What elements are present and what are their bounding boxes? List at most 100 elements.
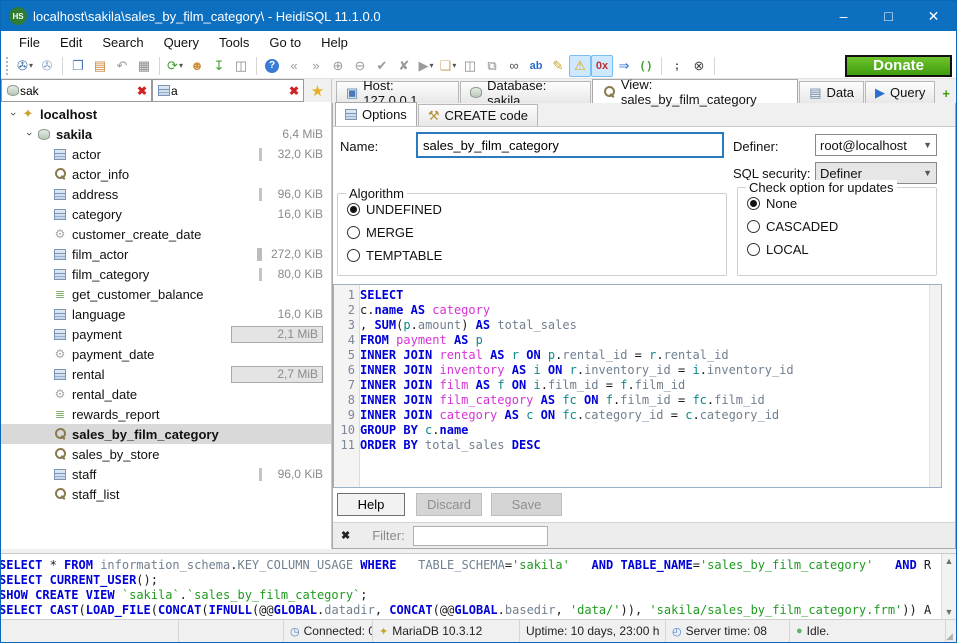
subtab-options[interactable]: Options — [335, 102, 417, 126]
tree-item-language[interactable]: language16,0 KiB — [1, 304, 331, 324]
menu-item-tools[interactable]: Tools — [209, 33, 259, 52]
radio-icon[interactable] — [347, 226, 360, 239]
view-name-input[interactable] — [417, 133, 723, 157]
minimize-button[interactable]: – — [821, 1, 866, 31]
favorites-star-icon[interactable]: ★ — [304, 79, 331, 102]
close-button[interactable]: ✕ — [911, 1, 956, 31]
undo-button[interactable]: ↶ — [111, 55, 133, 77]
tree-item-film_category[interactable]: film_category80,0 KiB — [1, 264, 331, 284]
definer-combo[interactable]: root@localhost ▼ — [815, 134, 937, 156]
tree-item-film_actor[interactable]: film_actor272,0 KiB — [1, 244, 331, 264]
user-manager-button[interactable]: ☻ — [186, 55, 208, 77]
tab-host-127-0-0-1[interactable]: ▣Host: 127.0.0.1 — [336, 81, 459, 103]
delete-row-button[interactable]: ⊖ — [349, 55, 371, 77]
tree-item-staff_list[interactable]: staff_list — [1, 484, 331, 504]
toolbar-grip[interactable] — [6, 57, 11, 75]
first-record-button[interactable]: « — [283, 55, 305, 77]
radio-icon[interactable] — [347, 249, 360, 262]
insert-params-button[interactable]: ⇒ — [613, 55, 635, 77]
clear-table-filter-icon[interactable]: ✖ — [287, 84, 301, 98]
binary-as-hex-button[interactable]: 0x — [591, 55, 613, 77]
menu-item-search[interactable]: Search — [92, 33, 153, 52]
save-sql-button[interactable]: ◫ — [230, 55, 252, 77]
find-replace-button[interactable]: ∞ — [503, 55, 525, 77]
help-button[interactable]: Help — [337, 493, 405, 516]
tab-query[interactable]: ▶Query — [865, 81, 935, 103]
print-button[interactable]: ▦ — [133, 55, 155, 77]
subtab-create-code[interactable]: ⚒CREATE code — [418, 104, 538, 126]
tree-item-rental_date[interactable]: ⚙rental_date — [1, 384, 331, 404]
tree-item-sales_by_store[interactable]: sales_by_store — [1, 444, 331, 464]
menu-item-go-to[interactable]: Go to — [259, 33, 311, 52]
close-filter-icon[interactable]: ✖ — [341, 529, 350, 542]
delimiter-button[interactable]: ; — [666, 55, 688, 77]
save-button[interactable]: Save — [491, 493, 562, 516]
scroll-down-icon[interactable]: ▼ — [945, 607, 954, 617]
case-toggle-button[interactable]: ab — [525, 55, 547, 77]
view-select-code-editor[interactable]: 1234567891011 SELECTc.name AS category, … — [333, 284, 942, 488]
log-scrollbar[interactable]: ▲ ▼ — [941, 554, 956, 619]
tab-database-sakila[interactable]: Database: sakila — [460, 81, 591, 103]
tree-item-payment[interactable]: payment2,1 MiB — [1, 324, 331, 344]
radio-icon[interactable] — [747, 243, 760, 256]
refresh-button[interactable]: ⟳▾ — [164, 55, 186, 77]
add-tab-button[interactable]: + — [936, 83, 956, 103]
stop-button[interactable]: ⊗ — [688, 55, 710, 77]
tree-item-sales_by_film_category[interactable]: sales_by_film_category — [1, 424, 331, 444]
database-filter-input[interactable] — [20, 84, 135, 98]
clear-database-filter-icon[interactable]: ✖ — [135, 84, 149, 98]
save-file-as-button[interactable]: ⧉ — [481, 55, 503, 77]
tree-item-actor[interactable]: actor32,0 KiB — [1, 144, 331, 164]
algorithm-option-temptable[interactable]: TEMPTABLE — [347, 247, 726, 263]
paste-button[interactable]: ▤ — [89, 55, 111, 77]
tree-item-rental[interactable]: rental2,7 MiB — [1, 364, 331, 384]
tree-item-address[interactable]: address96,0 KiB — [1, 184, 331, 204]
insert-row-button[interactable]: ⊕ — [327, 55, 349, 77]
tab-data[interactable]: ▤Data — [799, 81, 864, 103]
tree-item-localhost[interactable]: ›✦localhost — [1, 104, 331, 124]
cancel-editing-button[interactable]: ✘ — [393, 55, 415, 77]
warn-unsafe-button[interactable]: ⚠ — [569, 55, 591, 77]
disconnect-button[interactable]: ✇ — [36, 55, 58, 77]
tree-item-actor_info[interactable]: actor_info — [1, 164, 331, 184]
check-option-option-local[interactable]: LOCAL — [747, 241, 936, 257]
radio-icon[interactable] — [347, 203, 360, 216]
radio-icon[interactable] — [747, 220, 760, 233]
help-button[interactable]: ? — [261, 55, 283, 77]
session-manager-button[interactable]: ✇▾ — [14, 55, 36, 77]
discard-button[interactable]: Discard — [416, 493, 482, 516]
donate-button[interactable]: Donate — [845, 55, 952, 77]
tree-item-staff[interactable]: staff96,0 KiB — [1, 464, 331, 484]
menu-item-file[interactable]: File — [9, 33, 50, 52]
export-database-button[interactable]: ↧ — [208, 55, 230, 77]
menu-item-query[interactable]: Query — [154, 33, 209, 52]
tree-item-payment_date[interactable]: ⚙payment_date — [1, 344, 331, 364]
tree-item-customer_create_date[interactable]: ⚙customer_create_date — [1, 224, 331, 244]
resize-grip[interactable]: ◢ — [946, 631, 956, 642]
check-option-option-none[interactable]: None — [747, 195, 936, 211]
algorithm-option-undefined[interactable]: UNDEFINED — [347, 201, 726, 217]
tab-view-sales-by-film-category[interactable]: View: sales_by_film_category — [592, 79, 798, 103]
last-record-button[interactable]: » — [305, 55, 327, 77]
tree-item-get_customer_balance[interactable]: ≣get_customer_balance — [1, 284, 331, 304]
copy-button[interactable]: ❐ — [67, 55, 89, 77]
save-file-button[interactable]: ◫ — [459, 55, 481, 77]
load-sql-file-button[interactable]: ❏▾ — [437, 55, 459, 77]
menu-item-edit[interactable]: Edit — [50, 33, 92, 52]
tree-item-category[interactable]: category16,0 KiB — [1, 204, 331, 224]
expander-icon[interactable]: › — [23, 128, 35, 140]
parenthesis-button[interactable]: ( ) — [635, 55, 657, 77]
table-filter-input[interactable] — [171, 84, 287, 98]
maximize-button[interactable]: □ — [866, 1, 911, 31]
tree-item-sakila[interactable]: ›sakila6,4 MiB — [1, 124, 331, 144]
tree-item-rewards_report[interactable]: ≣rewards_report — [1, 404, 331, 424]
run-query-button[interactable]: ▶▾ — [415, 55, 437, 77]
editor-scrollbar[interactable] — [929, 285, 941, 487]
filter-input[interactable] — [413, 526, 548, 546]
algorithm-option-merge[interactable]: MERGE — [347, 224, 726, 240]
menu-item-help[interactable]: Help — [311, 33, 358, 52]
post-changes-button[interactable]: ✔ — [371, 55, 393, 77]
scroll-up-icon[interactable]: ▲ — [945, 556, 954, 566]
check-option-option-cascaded[interactable]: CASCADED — [747, 218, 936, 234]
reformat-button[interactable]: ✎ — [547, 55, 569, 77]
